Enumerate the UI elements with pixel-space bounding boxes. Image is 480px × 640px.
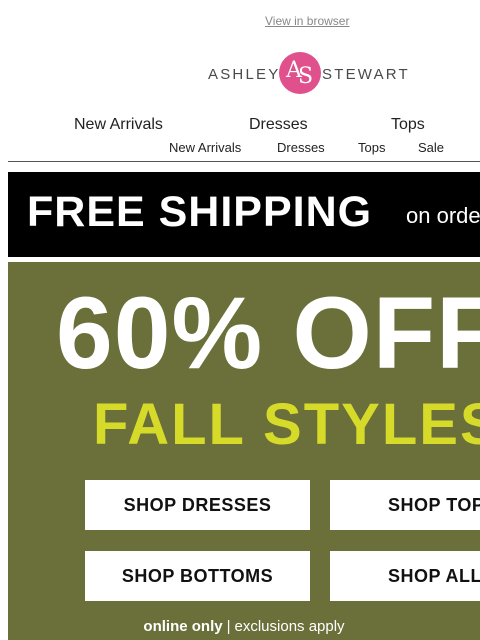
footnote-online-only: online only [143,618,223,635]
logo-monogram-icon: A S [279,52,321,94]
free-shipping-banner[interactable]: FREE SHIPPING on orde [8,172,480,257]
nav-dresses[interactable]: Dresses [249,116,308,134]
promo-subheadline: FALL STYLES [93,392,480,457]
brand-logo[interactable]: ASHLEY A S STEWART [206,52,416,96]
shop-dresses-label: SHOP DRESSES [123,495,272,515]
shop-tops-label: SHOP TOPS [388,495,480,515]
nav-tops[interactable]: Tops [391,116,425,134]
logo-mark-s: S [298,64,314,89]
shop-bottoms-label: SHOP BOTTOMS [121,566,274,586]
shop-all-button[interactable]: SHOP ALL [330,551,480,601]
shop-bottoms-button[interactable]: SHOP BOTTOMS [85,551,310,601]
subnav-tops[interactable]: Tops [358,140,385,155]
subnav-sale[interactable]: Sale [418,140,444,155]
nav-divider [8,161,480,162]
primary-nav: New Arrivals Dresses Tops [0,116,480,136]
shop-tops-button[interactable]: SHOP TOPS [330,480,480,530]
nav-new-arrivals[interactable]: New Arrivals [74,116,163,134]
view-in-browser-link[interactable]: View in browser [265,14,349,28]
free-shipping-tail-text: on orde [406,203,480,228]
promo-footnote: online only | exclusions apply [8,618,480,635]
promo-hero: 60% OFF FALL STYLES SHOP DRESSES SHOP TO… [8,262,480,640]
footnote-separator: | [226,618,231,635]
logo-word-right: STEWART [322,66,410,83]
subnav-dresses[interactable]: Dresses [277,140,325,155]
logo-word-left: ASHLEY [208,66,281,83]
free-shipping-text: FREE SHIPPING [27,188,373,236]
promo-headline: 60% OFF [56,276,480,390]
shop-dresses-button[interactable]: SHOP DRESSES [85,480,310,530]
shop-all-label: SHOP ALL [388,566,480,586]
subnav-new-arrivals[interactable]: New Arrivals [169,140,241,155]
footnote-exclusions: exclusions apply [234,618,345,635]
secondary-nav: New Arrivals Dresses Tops Sale [0,140,480,158]
top-bar: View in browser [0,0,480,40]
